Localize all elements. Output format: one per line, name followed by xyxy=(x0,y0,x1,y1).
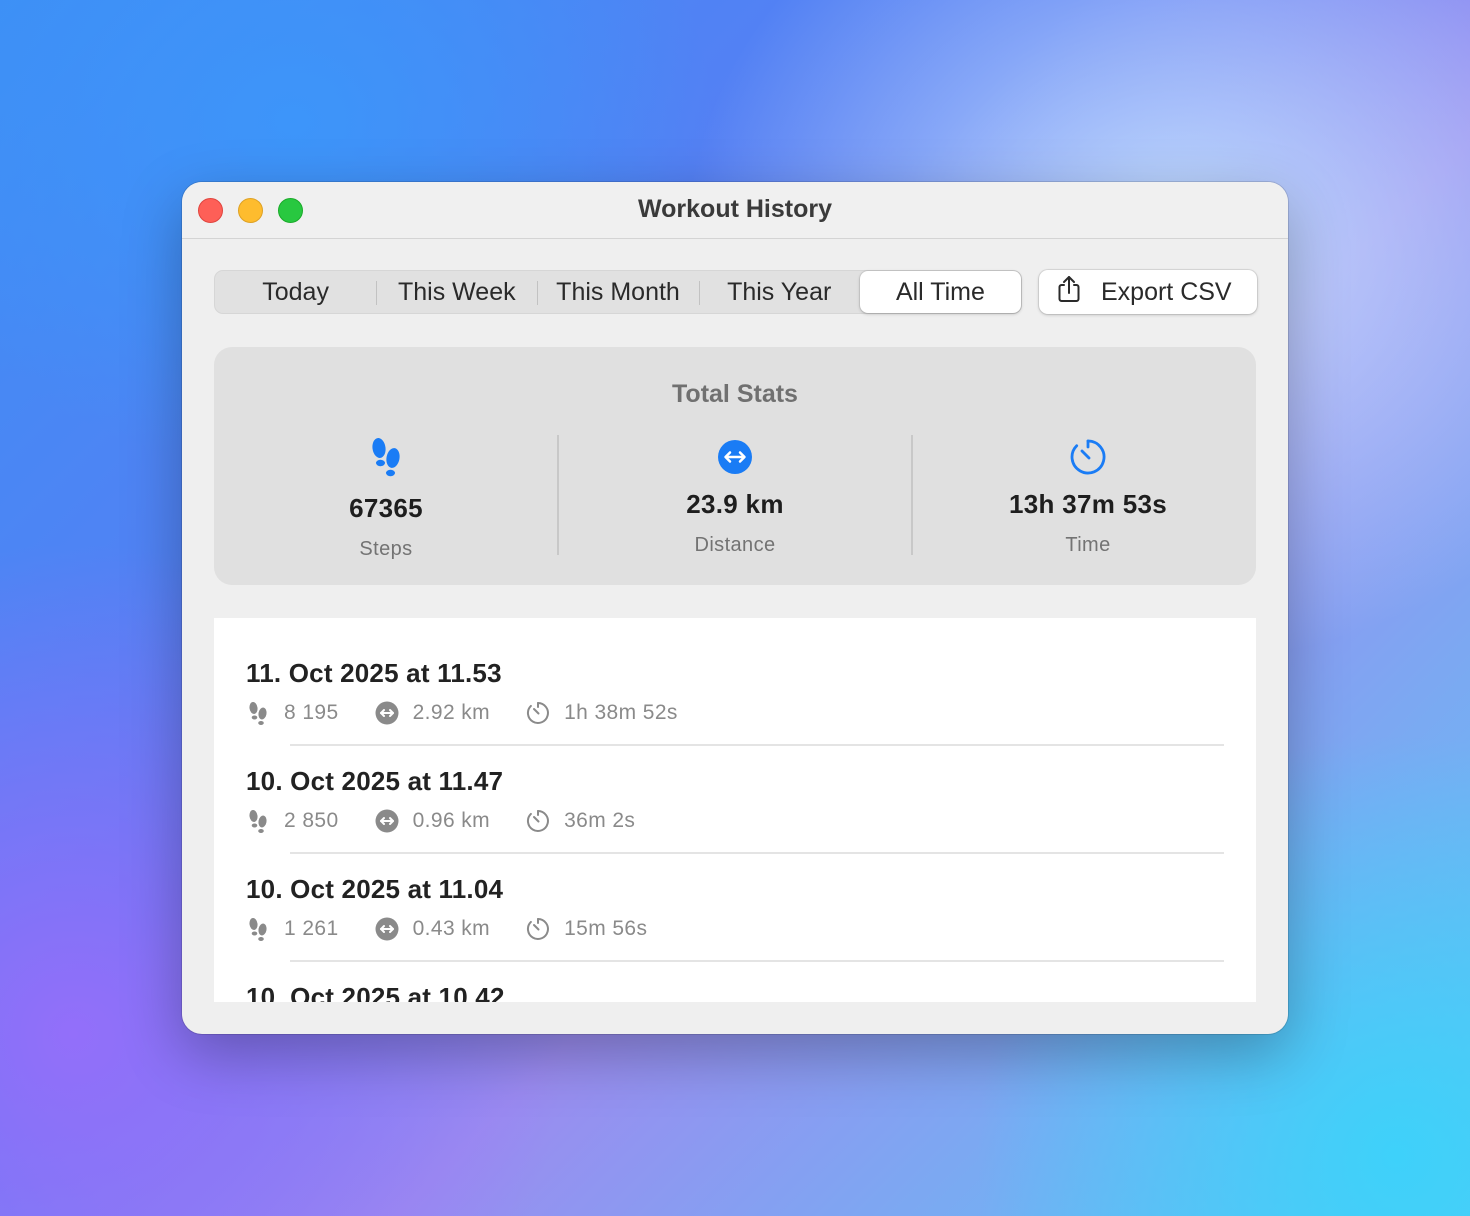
workout-distance: 0.43 km xyxy=(412,917,491,940)
time-value: 13h 37m 53s xyxy=(1009,489,1167,519)
stat-steps: 67365 Steps xyxy=(214,435,558,561)
workout-duration: 1h 38m 52s xyxy=(564,701,678,724)
list-item[interactable]: 10. Oct 2025 at 10.42 xyxy=(246,982,1226,1002)
workout-date: 11. Oct 2025 at 11.53 xyxy=(246,658,502,688)
arrows-left-right-icon xyxy=(375,701,399,725)
arrows-left-right-icon xyxy=(718,440,752,474)
timer-icon xyxy=(527,810,549,832)
arrows-left-right-icon xyxy=(375,917,399,941)
tab-this-month[interactable]: This Month xyxy=(537,271,698,313)
stat-distance: 23.9 km Distance xyxy=(563,435,907,557)
workout-date: 10. Oct 2025 at 11.47 xyxy=(246,766,504,796)
timer-icon xyxy=(527,702,549,724)
steps-label: Steps xyxy=(359,538,413,560)
title-bar: Workout History xyxy=(182,182,1288,239)
window-title: Workout History xyxy=(638,195,832,223)
tab-this-week[interactable]: This Week xyxy=(376,271,537,313)
time-label: Time xyxy=(1065,534,1111,556)
timer-icon xyxy=(1070,439,1106,475)
total-stats-title: Total Stats xyxy=(672,380,798,408)
workout-steps: 1 261 xyxy=(284,917,339,940)
tab-today[interactable]: Today xyxy=(215,271,376,313)
footprints-icon xyxy=(372,438,400,477)
row-divider xyxy=(290,744,1224,746)
arrows-left-right-icon xyxy=(375,809,399,833)
timer-icon xyxy=(527,918,549,940)
row-divider xyxy=(290,960,1224,962)
workout-date: 10. Oct 2025 at 11.04 xyxy=(246,874,504,904)
export-csv-button[interactable]: Export CSV xyxy=(1039,270,1257,314)
list-item[interactable]: 10. Oct 2025 at 11.04 1 261 0.43 km 15m … xyxy=(246,874,1226,941)
workout-duration: 36m 2s xyxy=(564,809,636,832)
share-icon xyxy=(1055,274,1083,311)
workout-steps: 8 195 xyxy=(284,701,339,724)
footprints-icon xyxy=(249,810,267,833)
export-csv-label: Export CSV xyxy=(1101,277,1232,306)
tab-all-time[interactable]: All Time xyxy=(859,271,1022,313)
footprints-icon xyxy=(249,918,267,941)
workout-distance: 2.92 km xyxy=(412,701,491,724)
tab-this-year[interactable]: This Year xyxy=(698,271,860,313)
stat-time: 13h 37m 53s Time xyxy=(916,435,1260,557)
distance-value: 23.9 km xyxy=(686,489,784,519)
stat-divider xyxy=(911,435,913,555)
workout-duration: 15m 56s xyxy=(564,917,648,940)
workout-history-window: Workout History Today This Week This Mon… xyxy=(182,182,1288,1034)
row-divider xyxy=(290,852,1224,854)
stat-divider xyxy=(557,435,559,555)
total-stats-card: Total Stats 67365 Steps 23.9 km Distance… xyxy=(214,347,1256,585)
list-item[interactable]: 10. Oct 2025 at 11.47 2 850 0.96 km 36m … xyxy=(246,766,1226,833)
distance-label: Distance xyxy=(694,534,776,556)
workout-steps: 2 850 xyxy=(284,809,339,832)
workout-distance: 0.96 km xyxy=(412,809,491,832)
time-range-segmented-control: Today This Week This Month This Year All… xyxy=(214,270,1022,314)
workout-date: 10. Oct 2025 at 10.42 xyxy=(246,982,505,1002)
steps-value: 67365 xyxy=(349,493,423,523)
workout-list[interactable]: 11. Oct 2025 at 11.53 8 195 2.92 km 1h 3… xyxy=(214,618,1256,1002)
footprints-icon xyxy=(249,702,267,725)
list-item[interactable]: 11. Oct 2025 at 11.53 8 195 2.92 km 1h 3… xyxy=(246,658,1226,725)
